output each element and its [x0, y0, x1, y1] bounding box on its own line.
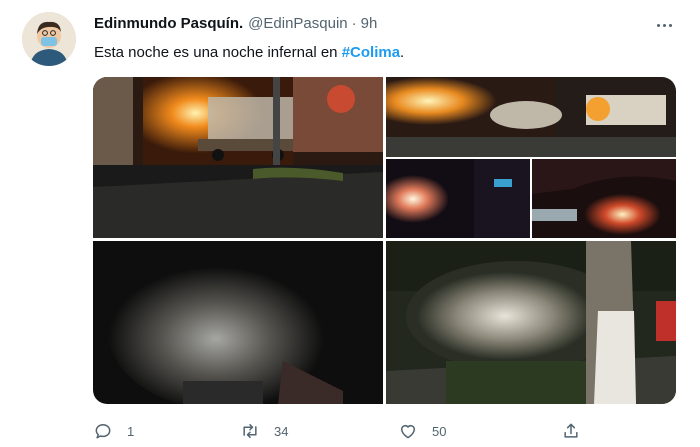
tweet-header: Edinmundo Pasquín. @EdinPasquin · 9h: [94, 15, 377, 35]
reply-icon: [95, 424, 111, 439]
timestamp[interactable]: 9h: [361, 15, 378, 32]
media-image-burning-truck[interactable]: [93, 77, 383, 238]
retweet-count: 34: [274, 423, 289, 439]
media-image-night-explosion[interactable]: [386, 159, 530, 238]
separator-dot: ·: [351, 15, 357, 32]
like-button[interactable]: 50: [398, 419, 446, 443]
media-image-fire-under-trees[interactable]: [532, 159, 676, 238]
retweet-icon: [243, 424, 257, 438]
tweet[interactable]: Edinmundo Pasquín. @EdinPasquin · 9h Est…: [0, 0, 700, 447]
reply-button[interactable]: 1: [93, 419, 134, 443]
media-image-burning-cars[interactable]: [386, 77, 676, 157]
reply-count: 1: [127, 423, 135, 439]
more-options-icon[interactable]: [652, 14, 676, 36]
heart-icon: [401, 425, 415, 439]
like-count: 50: [432, 423, 447, 439]
tweet-actions: 1 34 50: [93, 419, 593, 443]
media-image-smoke-tree[interactable]: [386, 241, 676, 404]
tweet-text-suffix: .: [400, 44, 405, 61]
hashtag-link[interactable]: #Colima: [342, 44, 400, 61]
media-image-smoke-night[interactable]: [93, 241, 383, 404]
tweet-text-prefix: Esta noche es una noche infernal en: [94, 44, 342, 61]
avatar[interactable]: [22, 12, 76, 66]
retweet-button[interactable]: 34: [240, 419, 288, 443]
tweet-text: Esta noche es una noche infernal en #Col…: [94, 43, 404, 63]
author-handle[interactable]: @EdinPasquin: [248, 15, 347, 32]
author-name[interactable]: Edinmundo Pasquín.: [94, 15, 243, 32]
share-icon: [564, 423, 578, 438]
share-button[interactable]: [561, 419, 581, 443]
media-grid: [93, 77, 676, 404]
